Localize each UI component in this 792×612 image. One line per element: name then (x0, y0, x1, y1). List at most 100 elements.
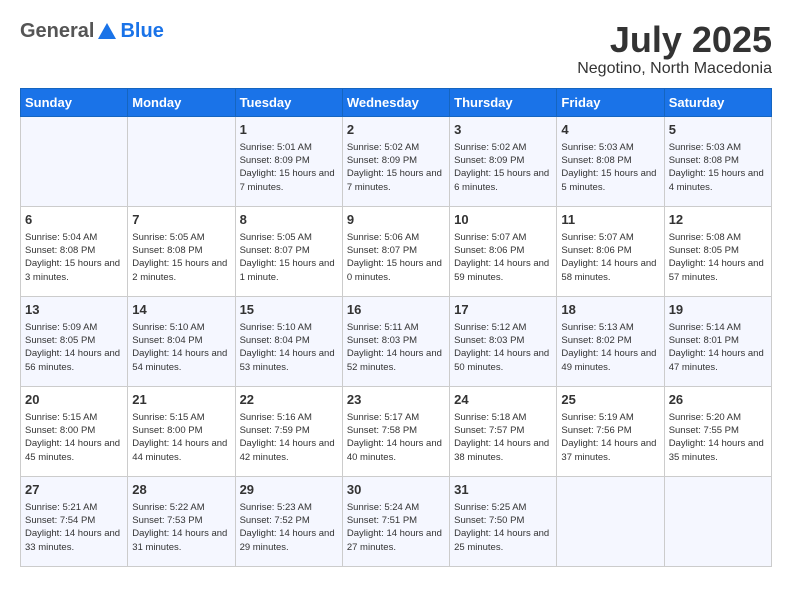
weekday-header-sunday: Sunday (21, 88, 128, 116)
day-number-3: 3 (454, 121, 552, 139)
sunset-text-19: Sunset: 8:01 PM (669, 334, 767, 347)
daylight-text-20: Daylight: 14 hours and 45 minutes. (25, 437, 123, 464)
day-number-22: 22 (240, 391, 338, 409)
sunset-text-17: Sunset: 8:03 PM (454, 334, 552, 347)
sunrise-text-28: Sunrise: 5:22 AM (132, 501, 230, 514)
cell-content-day-13: 13Sunrise: 5:09 AMSunset: 8:05 PMDayligh… (25, 301, 123, 374)
sunrise-text-20: Sunrise: 5:15 AM (25, 411, 123, 424)
day-number-9: 9 (347, 211, 445, 229)
day-number-2: 2 (347, 121, 445, 139)
logo: General Blue (20, 20, 164, 43)
daylight-text-10: Daylight: 14 hours and 59 minutes. (454, 257, 552, 284)
calendar-cell-day-9: 9Sunrise: 5:06 AMSunset: 8:07 PMDaylight… (342, 206, 449, 296)
day-number-27: 27 (25, 481, 123, 499)
cell-content-day-15: 15Sunrise: 5:10 AMSunset: 8:04 PMDayligh… (240, 301, 338, 374)
sunset-text-31: Sunset: 7:50 PM (454, 514, 552, 527)
cell-content-day-26: 26Sunrise: 5:20 AMSunset: 7:55 PMDayligh… (669, 391, 767, 464)
day-number-30: 30 (347, 481, 445, 499)
sunrise-text-27: Sunrise: 5:21 AM (25, 501, 123, 514)
calendar-cell-day-18: 18Sunrise: 5:13 AMSunset: 8:02 PMDayligh… (557, 296, 664, 386)
sunset-text-4: Sunset: 8:08 PM (561, 154, 659, 167)
sunrise-text-1: Sunrise: 5:01 AM (240, 141, 338, 154)
sunset-text-9: Sunset: 8:07 PM (347, 244, 445, 257)
day-number-1: 1 (240, 121, 338, 139)
cell-content-day-19: 19Sunrise: 5:14 AMSunset: 8:01 PMDayligh… (669, 301, 767, 374)
empty-cell (21, 116, 128, 206)
calendar-cell-day-12: 12Sunrise: 5:08 AMSunset: 8:05 PMDayligh… (664, 206, 771, 296)
sunrise-text-17: Sunrise: 5:12 AM (454, 321, 552, 334)
daylight-text-15: Daylight: 14 hours and 53 minutes. (240, 347, 338, 374)
day-number-12: 12 (669, 211, 767, 229)
cell-content-day-22: 22Sunrise: 5:16 AMSunset: 7:59 PMDayligh… (240, 391, 338, 464)
sunset-text-1: Sunset: 8:09 PM (240, 154, 338, 167)
calendar-cell-day-14: 14Sunrise: 5:10 AMSunset: 8:04 PMDayligh… (128, 296, 235, 386)
daylight-text-14: Daylight: 14 hours and 54 minutes. (132, 347, 230, 374)
calendar-cell-day-30: 30Sunrise: 5:24 AMSunset: 7:51 PMDayligh… (342, 476, 449, 566)
sunset-text-27: Sunset: 7:54 PM (25, 514, 123, 527)
calendar-cell-day-26: 26Sunrise: 5:20 AMSunset: 7:55 PMDayligh… (664, 386, 771, 476)
sunrise-text-22: Sunrise: 5:16 AM (240, 411, 338, 424)
calendar-cell-day-19: 19Sunrise: 5:14 AMSunset: 8:01 PMDayligh… (664, 296, 771, 386)
sunrise-text-24: Sunrise: 5:18 AM (454, 411, 552, 424)
daylight-text-4: Daylight: 15 hours and 5 minutes. (561, 167, 659, 194)
logo-blue-text: Blue (120, 20, 163, 42)
cell-content-day-21: 21Sunrise: 5:15 AMSunset: 8:00 PMDayligh… (132, 391, 230, 464)
sunset-text-12: Sunset: 8:05 PM (669, 244, 767, 257)
sunset-text-26: Sunset: 7:55 PM (669, 424, 767, 437)
day-number-8: 8 (240, 211, 338, 229)
daylight-text-2: Daylight: 15 hours and 7 minutes. (347, 167, 445, 194)
day-number-10: 10 (454, 211, 552, 229)
sunrise-text-8: Sunrise: 5:05 AM (240, 231, 338, 244)
sunrise-text-2: Sunrise: 5:02 AM (347, 141, 445, 154)
sunset-text-7: Sunset: 8:08 PM (132, 244, 230, 257)
day-number-5: 5 (669, 121, 767, 139)
logo-general-text: General (20, 20, 94, 43)
weekday-header-tuesday: Tuesday (235, 88, 342, 116)
sunrise-text-6: Sunrise: 5:04 AM (25, 231, 123, 244)
calendar-cell-day-24: 24Sunrise: 5:18 AMSunset: 7:57 PMDayligh… (450, 386, 557, 476)
sunset-text-28: Sunset: 7:53 PM (132, 514, 230, 527)
cell-content-day-4: 4Sunrise: 5:03 AMSunset: 8:08 PMDaylight… (561, 121, 659, 194)
sunset-text-8: Sunset: 8:07 PM (240, 244, 338, 257)
calendar-cell-day-25: 25Sunrise: 5:19 AMSunset: 7:56 PMDayligh… (557, 386, 664, 476)
daylight-text-12: Daylight: 14 hours and 57 minutes. (669, 257, 767, 284)
sunset-text-29: Sunset: 7:52 PM (240, 514, 338, 527)
cell-content-day-23: 23Sunrise: 5:17 AMSunset: 7:58 PMDayligh… (347, 391, 445, 464)
sunrise-text-11: Sunrise: 5:07 AM (561, 231, 659, 244)
calendar-cell-day-2: 2Sunrise: 5:02 AMSunset: 8:09 PMDaylight… (342, 116, 449, 206)
daylight-text-30: Daylight: 14 hours and 27 minutes. (347, 527, 445, 554)
calendar-cell-day-17: 17Sunrise: 5:12 AMSunset: 8:03 PMDayligh… (450, 296, 557, 386)
daylight-text-11: Daylight: 14 hours and 58 minutes. (561, 257, 659, 284)
daylight-text-16: Daylight: 14 hours and 52 minutes. (347, 347, 445, 374)
daylight-text-7: Daylight: 15 hours and 2 minutes. (132, 257, 230, 284)
sunset-text-15: Sunset: 8:04 PM (240, 334, 338, 347)
cell-content-day-18: 18Sunrise: 5:13 AMSunset: 8:02 PMDayligh… (561, 301, 659, 374)
sunrise-text-18: Sunrise: 5:13 AM (561, 321, 659, 334)
daylight-text-21: Daylight: 14 hours and 44 minutes. (132, 437, 230, 464)
daylight-text-8: Daylight: 15 hours and 1 minute. (240, 257, 338, 284)
sunrise-text-23: Sunrise: 5:17 AM (347, 411, 445, 424)
page-header: General Blue July 2025 Negotino, North M… (20, 20, 772, 78)
daylight-text-27: Daylight: 14 hours and 33 minutes. (25, 527, 123, 554)
cell-content-day-28: 28Sunrise: 5:22 AMSunset: 7:53 PMDayligh… (132, 481, 230, 554)
day-number-24: 24 (454, 391, 552, 409)
sunrise-text-25: Sunrise: 5:19 AM (561, 411, 659, 424)
weekday-header-wednesday: Wednesday (342, 88, 449, 116)
day-number-23: 23 (347, 391, 445, 409)
day-number-13: 13 (25, 301, 123, 319)
sunset-text-25: Sunset: 7:56 PM (561, 424, 659, 437)
cell-content-day-29: 29Sunrise: 5:23 AMSunset: 7:52 PMDayligh… (240, 481, 338, 554)
sunrise-text-4: Sunrise: 5:03 AM (561, 141, 659, 154)
day-number-25: 25 (561, 391, 659, 409)
cell-content-day-20: 20Sunrise: 5:15 AMSunset: 8:00 PMDayligh… (25, 391, 123, 464)
calendar-cell-day-6: 6Sunrise: 5:04 AMSunset: 8:08 PMDaylight… (21, 206, 128, 296)
week-row-1: 1 Sunrise: 5:01 AMSunset: 8:09 PM Daylight… (21, 116, 772, 206)
cell-content-day-30: 30Sunrise: 5:24 AMSunset: 7:51 PMDayligh… (347, 481, 445, 554)
day-number-28: 28 (132, 481, 230, 499)
cell-content-day-17: 17Sunrise: 5:12 AMSunset: 8:03 PMDayligh… (454, 301, 552, 374)
calendar-cell-day-27: 27 Sunrise: 5:21 AMSunset: 7:54 PMDayligh… (21, 476, 128, 566)
daylight-text-29: Daylight: 14 hours and 29 minutes. (240, 527, 338, 554)
calendar-cell-day-23: 23Sunrise: 5:17 AMSunset: 7:58 PMDayligh… (342, 386, 449, 476)
sunset-text-13: Sunset: 8:05 PM (25, 334, 123, 347)
cell-content-day-5: 5Sunrise: 5:03 AMSunset: 8:08 PMDaylight… (669, 121, 767, 194)
